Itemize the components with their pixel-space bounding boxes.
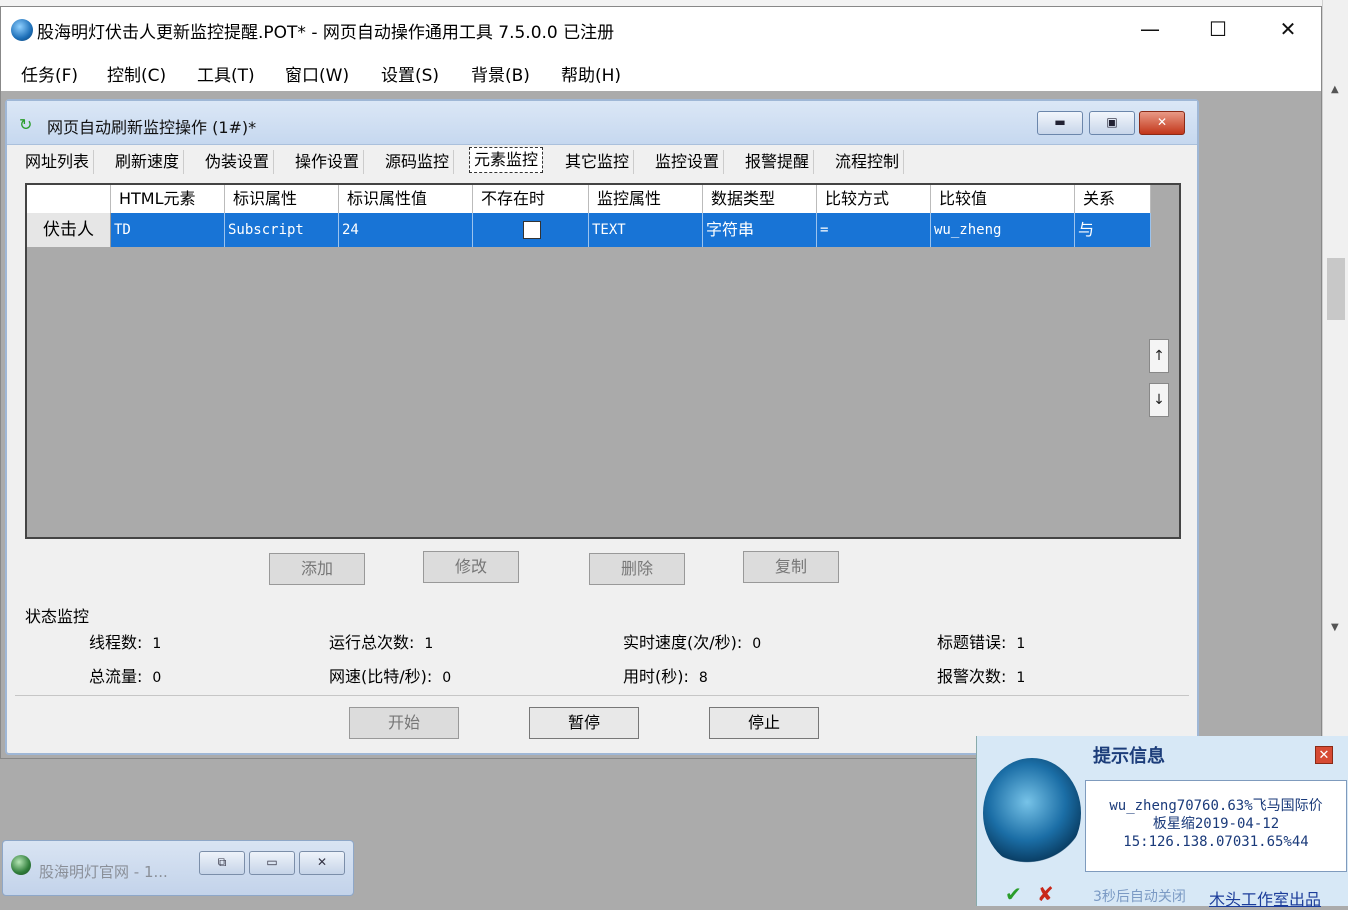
window-title: 股海明灯伏击人更新监控提醒.POT* - 网页自动操作通用工具 7.5.0.0 … [37, 23, 615, 43]
stop-button[interactable]: 停止 [709, 707, 819, 739]
cross-icon[interactable]: ✘ [1037, 882, 1054, 906]
close-minimized-button[interactable]: ✕ [299, 851, 345, 875]
stat-traffic: 总流量: 0 [89, 667, 162, 686]
main-window: 股海明灯伏击人更新监控提醒.POT* - 网页自动操作通用工具 7.5.0.0 … [0, 6, 1322, 759]
grid-header: HTML元素 标识属性 标识属性值 不存在时 监控属性 数据类型 比较方式 比较… [27, 185, 1151, 213]
row-header[interactable]: 伏击人 [27, 213, 111, 247]
stat-net-speed: 网速(比特/秒): 0 [329, 667, 452, 686]
cell-relation[interactable]: 与 [1075, 213, 1151, 247]
child-window-title: 网页自动刷新监控操作 (1#)* [47, 118, 257, 137]
delete-button[interactable]: 删除 [589, 553, 685, 585]
not-exist-checkbox[interactable] [523, 221, 541, 239]
col-monitor-attr[interactable]: 监控属性 [589, 185, 703, 213]
move-down-button[interactable]: ↓ [1149, 383, 1169, 417]
divider [15, 695, 1189, 696]
menu-task[interactable]: 任务(F) [21, 61, 78, 86]
add-button[interactable]: 添加 [269, 553, 365, 585]
minimized-window[interactable]: 股海明灯官网 - 1... ⧉ ▭ ✕ [2, 840, 354, 896]
tab-alarm[interactable]: 报警提醒 [741, 150, 815, 174]
tab-flow-control[interactable]: 流程控制 [831, 150, 905, 174]
col-compare[interactable]: 比较方式 [817, 185, 931, 213]
cell-compare-value[interactable]: wu_zheng [931, 213, 1075, 247]
menu-settings[interactable]: 设置(S) [381, 61, 439, 86]
arrow-up-icon: ↑ [1153, 348, 1165, 364]
stat-speed: 实时速度(次/秒): 0 [623, 633, 762, 652]
popup-close-button[interactable]: ✕ [1315, 746, 1333, 764]
child-title-bar: ↻ 网页自动刷新监控操作 (1#)* ▬ ▣ ✕ [7, 101, 1197, 145]
element-grid[interactable]: HTML元素 标识属性 标识属性值 不存在时 监控属性 数据类型 比较方式 比较… [25, 183, 1181, 539]
col-id-value[interactable]: 标识属性值 [339, 185, 473, 213]
child-close-button[interactable]: ✕ [1139, 111, 1185, 135]
menu-bar: 任务(F) 控制(C) 工具(T) 窗口(W) 设置(S) 背景(B) 帮助(H… [1, 53, 1321, 91]
popup-title: 提示信息 [1093, 746, 1165, 767]
stat-total-runs: 运行总次数: 1 [329, 633, 434, 652]
scrollbar-thumb[interactable] [1327, 258, 1345, 320]
menu-help[interactable]: 帮助(H) [561, 61, 621, 86]
tab-element-monitor[interactable]: 元素监控 [469, 147, 544, 173]
move-up-button[interactable]: ↑ [1149, 339, 1169, 373]
check-icon[interactable]: ✔ [1005, 882, 1022, 906]
scroll-down-icon[interactable]: ▼ [1331, 622, 1339, 633]
globe-icon [11, 855, 31, 875]
status-title: 状态监控 [25, 607, 90, 626]
scroll-up-icon[interactable]: ▲ [1331, 84, 1339, 95]
col-not-exist[interactable]: 不存在时 [473, 185, 589, 213]
tab-disguise[interactable]: 伪装设置 [201, 150, 275, 174]
cell-id-value[interactable]: 24 [339, 213, 473, 247]
cell-monitor-attr[interactable]: TEXT [589, 213, 703, 247]
child-minimize-button[interactable]: ▬ [1037, 111, 1083, 135]
menu-control[interactable]: 控制(C) [107, 61, 166, 86]
maximize-child-button[interactable]: ▭ [249, 851, 295, 875]
col-data-type[interactable]: 数据类型 [703, 185, 817, 213]
maximize-button[interactable]: ☐ [1183, 7, 1253, 51]
minimized-title: 股海明灯官网 - 1... [39, 863, 168, 881]
tab-operation[interactable]: 操作设置 [291, 150, 365, 174]
restore-button[interactable]: ⧉ [199, 851, 245, 875]
tab-url-list[interactable]: 网址列表 [21, 150, 95, 174]
auto-close-text: 3秒后自动关闭 [1093, 889, 1186, 905]
pause-button[interactable]: 暂停 [529, 707, 639, 739]
copy-button[interactable]: 复制 [743, 551, 839, 583]
stat-time: 用时(秒): 8 [623, 667, 708, 686]
child-restore-button[interactable]: ▣ [1089, 111, 1135, 135]
start-button[interactable]: 开始 [349, 707, 459, 739]
monitor-child-window: ↻ 网页自动刷新监控操作 (1#)* ▬ ▣ ✕ 网址列表 刷新速度 伪装设置 … [5, 99, 1199, 755]
close-button[interactable]: ✕ [1253, 7, 1323, 51]
stat-alarms: 报警次数: 1 [937, 667, 1026, 686]
col-relation[interactable]: 关系 [1075, 185, 1151, 213]
popup-message: wu_zheng70760.63%飞马国际价 板星缩2019-04-12 15:… [1085, 780, 1347, 872]
status-panel: 状态监控 线程数: 1 运行总次数: 1 实时速度(次/秒): 0 标题错误: 1 总流… [15, 599, 1189, 693]
cell-html-element[interactable]: TD [111, 213, 225, 247]
grid-corner [27, 185, 111, 213]
col-compare-value[interactable]: 比较值 [931, 185, 1075, 213]
menu-tools[interactable]: 工具(T) [197, 61, 255, 86]
globe-icon [983, 758, 1081, 868]
title-bar: 股海明灯伏击人更新监控提醒.POT* - 网页自动操作通用工具 7.5.0.0 … [1, 7, 1321, 53]
arrow-down-icon: ↓ [1153, 392, 1165, 408]
cell-compare[interactable]: = [817, 213, 931, 247]
cell-data-type[interactable]: 字符串 [703, 213, 817, 247]
stat-threads: 线程数: 1 [89, 633, 162, 652]
notification-popup: 提示信息 ✕ wu_zheng70760.63%飞马国际价 板星缩2019-04… [976, 736, 1348, 909]
refresh-icon: ↻ [19, 115, 33, 134]
app-globe-icon [11, 19, 33, 41]
credit-link[interactable]: 木头工作室出品 [1209, 886, 1321, 910]
cell-id-attr[interactable]: Subscript [225, 213, 339, 247]
tab-refresh-speed[interactable]: 刷新速度 [111, 150, 185, 174]
tab-source-monitor[interactable]: 源码监控 [381, 150, 455, 174]
col-id-attr[interactable]: 标识属性 [225, 185, 339, 213]
edit-button[interactable]: 修改 [423, 551, 519, 583]
tab-monitor-settings[interactable]: 监控设置 [651, 150, 725, 174]
menu-background[interactable]: 背景(B) [471, 61, 530, 86]
minimize-button[interactable]: — [1115, 7, 1185, 51]
menu-window[interactable]: 窗口(W) [285, 61, 349, 86]
tab-other-monitor[interactable]: 其它监控 [561, 150, 635, 174]
col-html-element[interactable]: HTML元素 [111, 185, 225, 213]
stat-title-errors: 标题错误: 1 [937, 633, 1026, 652]
tab-strip: 网址列表 刷新速度 伪装设置 操作设置 源码监控 元素监控 其它监控 监控设置 … [17, 147, 1191, 175]
